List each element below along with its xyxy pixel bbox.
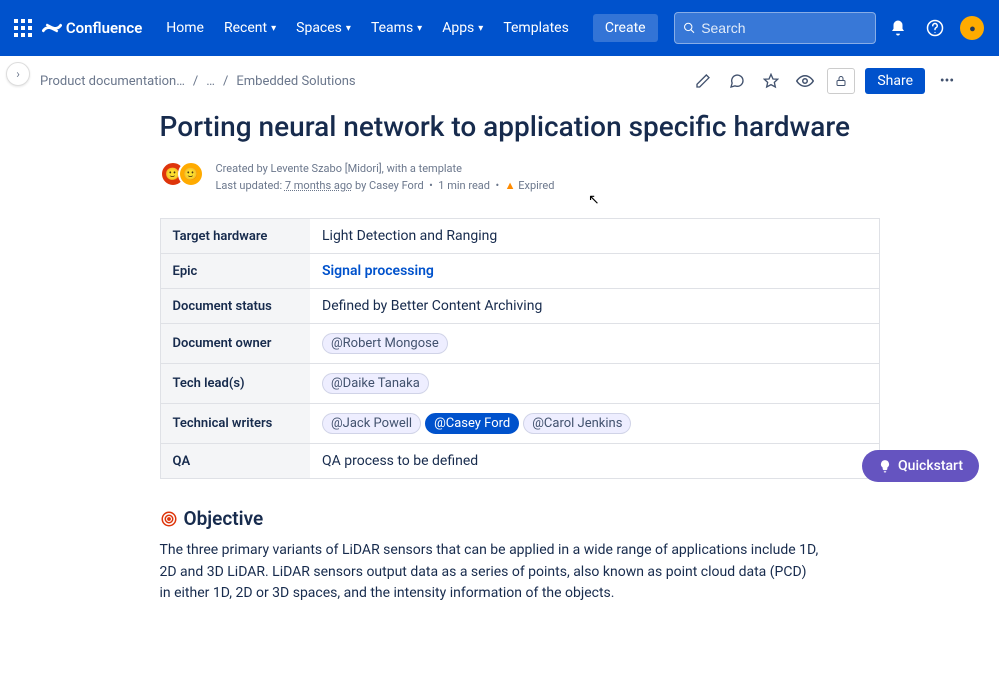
lightbulb-icon xyxy=(878,459,892,473)
property-label: Document owner xyxy=(160,324,310,364)
chevron-down-icon: ▾ xyxy=(417,23,422,34)
table-row: Document owner @Robert Mongose xyxy=(160,324,879,364)
nav-recent[interactable]: Recent▾ xyxy=(216,14,284,42)
contributor-avatars[interactable]: 🙂 🙂 xyxy=(160,161,204,187)
property-value: @Robert Mongose xyxy=(310,324,879,364)
app-switcher-icon[interactable] xyxy=(12,16,34,40)
comment-icon[interactable] xyxy=(725,69,749,93)
section-objective-body: The three primary variants of LiDAR sens… xyxy=(160,540,820,605)
user-mention[interactable]: @Robert Mongose xyxy=(322,333,448,354)
user-mention[interactable]: @Carol Jenkins xyxy=(523,413,631,434)
nav-apps[interactable]: Apps▾ xyxy=(434,14,491,42)
breadcrumb-root[interactable]: Product documentation… xyxy=(40,74,185,89)
nav-teams[interactable]: Teams▾ xyxy=(363,14,430,42)
table-row: Epic Signal processing xyxy=(160,254,879,289)
share-button[interactable]: Share xyxy=(865,68,925,94)
watch-icon[interactable] xyxy=(793,69,817,93)
table-row: Target hardwareLight Detection and Rangi… xyxy=(160,219,879,254)
table-row: Document statusDefined by Better Content… xyxy=(160,289,879,324)
table-row: QAQA process to be defined xyxy=(160,444,879,479)
search-icon xyxy=(683,21,696,35)
primary-nav: Home Recent▾ Spaces▾ Teams▾ Apps▾ Templa… xyxy=(158,14,657,42)
product-name: Confluence xyxy=(66,19,142,37)
table-row: Tech lead(s) @Daike Tanaka xyxy=(160,364,879,404)
breadcrumb: Product documentation… / … / Embedded So… xyxy=(40,74,356,89)
property-label: Document status xyxy=(160,289,310,324)
property-value: QA process to be defined xyxy=(310,444,879,479)
restrictions-icon[interactable] xyxy=(827,68,855,94)
user-mention[interactable]: @Daike Tanaka xyxy=(322,373,429,394)
star-icon[interactable] xyxy=(759,69,783,93)
help-icon[interactable] xyxy=(921,12,950,44)
chevron-down-icon: ▾ xyxy=(478,23,483,34)
property-label: Target hardware xyxy=(160,219,310,254)
table-row: Technical writers@Jack Powell@Casey Ford… xyxy=(160,404,879,444)
chevron-down-icon: ▾ xyxy=(346,23,351,34)
property-label: QA xyxy=(160,444,310,479)
page-properties-table: Target hardwareLight Detection and Rangi… xyxy=(160,218,880,479)
search-input[interactable] xyxy=(701,20,866,36)
last-updated-link[interactable]: 7 months ago xyxy=(285,179,352,192)
warning-icon: ▲ xyxy=(505,179,516,192)
property-value: @Daike Tanaka xyxy=(310,364,879,404)
property-value: @Jack Powell@Casey Ford@Carol Jenkins xyxy=(310,404,879,444)
page-byline: 🙂 🙂 Created by Levente Szabo [Midori], w… xyxy=(160,161,880,194)
read-time: 1 min read xyxy=(438,179,490,192)
property-label: Technical writers xyxy=(160,404,310,444)
property-label: Epic xyxy=(160,254,310,289)
edit-icon[interactable] xyxy=(691,69,715,93)
property-label: Tech lead(s) xyxy=(160,364,310,404)
property-value: Defined by Better Content Archiving xyxy=(310,289,879,324)
target-icon xyxy=(160,510,178,528)
epic-link[interactable]: Signal processing xyxy=(322,263,434,279)
top-navigation: Confluence Home Recent▾ Spaces▾ Teams▾ A… xyxy=(0,0,999,56)
nav-home[interactable]: Home xyxy=(158,14,212,42)
status-expired: Expired xyxy=(518,179,554,192)
section-objective-title: Objective xyxy=(160,507,880,530)
property-value: Signal processing xyxy=(310,254,879,289)
property-value: Light Detection and Ranging xyxy=(310,219,879,254)
notifications-icon[interactable] xyxy=(884,12,913,44)
cursor-icon: ↖ xyxy=(588,192,600,208)
quickstart-button[interactable]: Quickstart xyxy=(862,450,979,482)
page-title: Porting neural network to application sp… xyxy=(160,110,880,143)
confluence-logo[interactable]: Confluence xyxy=(42,18,142,38)
more-actions-icon[interactable]: ••• xyxy=(935,69,959,93)
search-field[interactable] xyxy=(674,12,876,44)
create-button[interactable]: Create xyxy=(593,14,658,42)
nav-templates[interactable]: Templates xyxy=(495,14,577,42)
page-actions: Share ••• xyxy=(691,68,959,94)
breadcrumb-leaf[interactable]: Embedded Solutions xyxy=(236,74,355,89)
profile-avatar[interactable]: ● xyxy=(958,12,987,44)
nav-spaces[interactable]: Spaces▾ xyxy=(288,14,359,42)
user-mention[interactable]: @Casey Ford xyxy=(425,413,519,434)
user-mention[interactable]: @Jack Powell xyxy=(322,413,421,434)
chevron-down-icon: ▾ xyxy=(271,23,276,34)
breadcrumb-mid[interactable]: … xyxy=(206,74,215,89)
avatar[interactable]: 🙂 xyxy=(178,161,204,187)
